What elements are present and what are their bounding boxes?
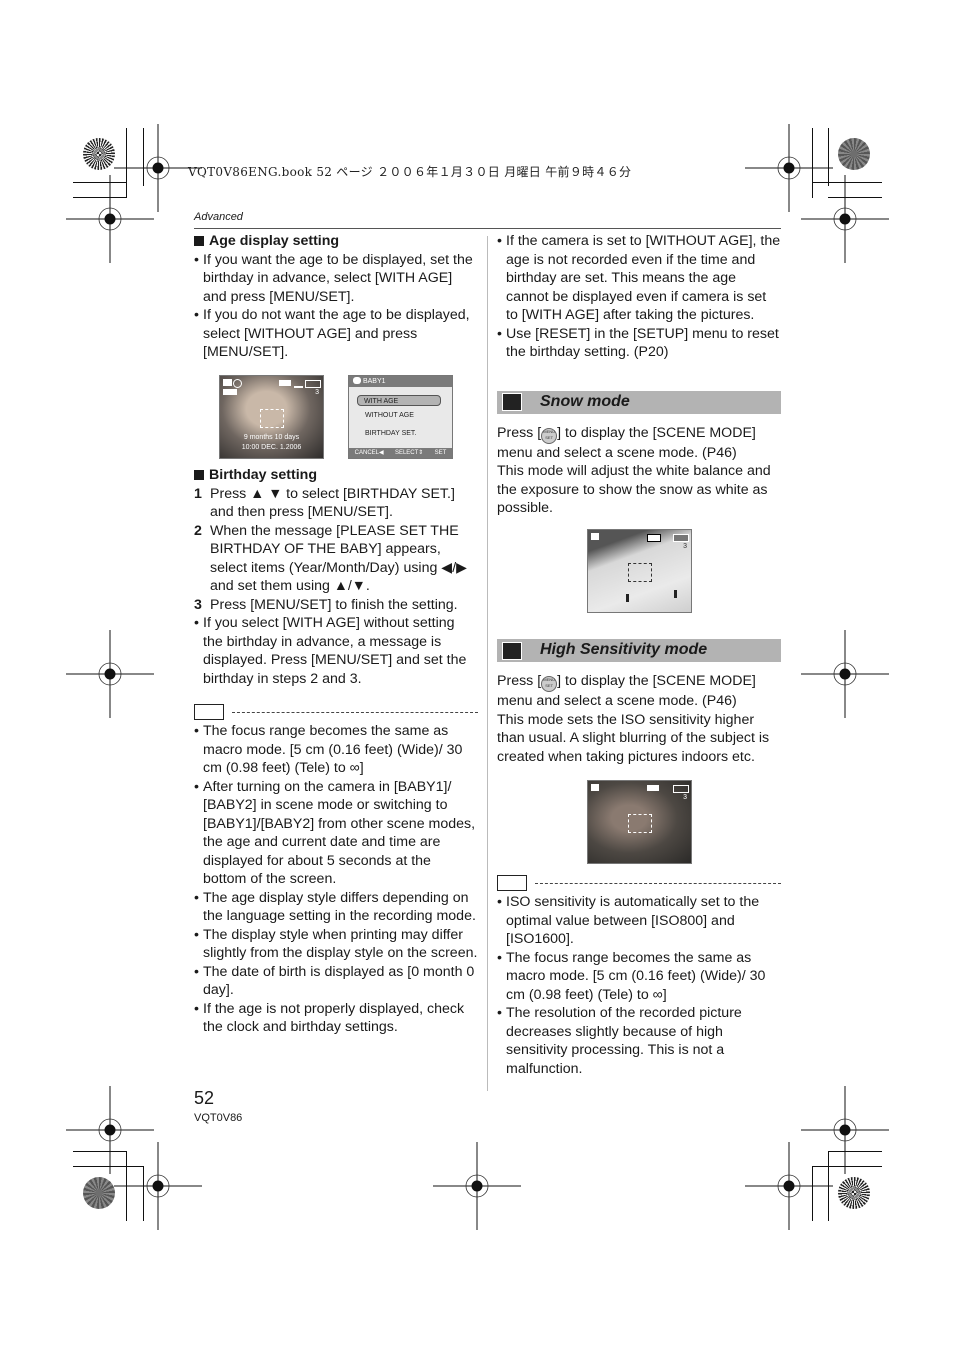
note-item: • After turning on the camera in [BABY1]/…	[194, 778, 476, 888]
note-item: • ISO sensitivity is automatically set to…	[497, 894, 760, 947]
cancel-hint: CANCEL◀	[354, 450, 384, 456]
note-header	[497, 875, 781, 891]
birthday-heading: Birthday setting	[194, 466, 478, 485]
square-bullet-icon	[194, 470, 204, 481]
camera-screen-baby-menu: BABY1 WITH AGE WITHOUT AGE BIRTHDAY SET.…	[348, 375, 453, 459]
snow-mode-instructions: Press [MENU SET] to display the [SCENE MO…	[497, 424, 756, 461]
bullet-item: • Use [RESET] in the [SETUP] menu to rese…	[497, 325, 779, 361]
registration-crosshair-icon	[66, 175, 154, 263]
af-frame	[260, 409, 284, 428]
set-hint: SET	[434, 450, 447, 456]
registration-crosshair-icon	[66, 1086, 154, 1174]
date-overlay-text: 10:00 DEC. 1.2006	[241, 444, 302, 451]
age-overlay-text: 9 months 10 days	[243, 434, 300, 441]
bullet-item: • If you want the age to be displayed, se…	[194, 251, 473, 305]
menu-set-button-icon: MENU SET	[541, 427, 558, 444]
menu-option-birthday-set[interactable]: BIRTHDAY SET.	[365, 430, 416, 437]
snow-mode-icon	[591, 533, 599, 540]
high-sensitivity-mode-icon	[591, 784, 599, 791]
age-display-heading: Age display setting	[194, 232, 478, 251]
page-number: 52	[194, 1088, 215, 1108]
camera-screen-snow: 3	[587, 529, 692, 613]
registration-crosshair-icon	[433, 1142, 521, 1230]
high-sensitivity-notes: • ISO sensitivity is automatically set to…	[497, 875, 781, 1078]
registration-crosshair-icon	[745, 1142, 833, 1230]
battery-icon	[673, 785, 689, 793]
birthday-section: Birthday setting 1 Press ▲ ▼ to select [B…	[194, 466, 478, 1037]
select-hint: SELECT⇕	[394, 450, 424, 456]
baby-mode-indicator-icon	[223, 389, 237, 395]
high-sensitivity-icon	[502, 641, 522, 660]
note-header	[194, 704, 478, 720]
remaining-count: 3	[683, 794, 687, 801]
menu-option-with-age[interactable]: WITH AGE	[357, 395, 441, 406]
menu-set-button-icon: MENU SET	[541, 676, 558, 692]
model-code: VQT0V86	[194, 1112, 243, 1124]
note-item: • The display style when printing may dif…	[194, 926, 478, 962]
header-rule	[194, 228, 781, 229]
step-item: 1 Press ▲ ▼ to select [BIRTHDAY SET.] and…	[194, 485, 455, 521]
step-item: 2 When the message [PLEASE SET THE BIRTHD…	[194, 522, 468, 595]
skier-figure	[674, 590, 677, 598]
dashed-divider	[232, 711, 478, 713]
section-label: Advanced	[194, 211, 243, 223]
print-header: VQT0V86ENG.book 52 ページ ２００６年１月３０日 月曜日 午前…	[188, 165, 632, 179]
scene-mode-icon	[223, 379, 232, 386]
snow-mode-description: This mode will adjust the white balance …	[497, 463, 771, 516]
registration-crosshair-icon	[801, 175, 889, 263]
left-column: Age display setting • If you want the age…	[194, 232, 478, 362]
registration-crosshair-icon	[114, 1142, 202, 1230]
note-item: • The age display style differs depending…	[194, 889, 476, 925]
high-sensitivity-description: This mode sets the ISO sensitivity highe…	[497, 711, 770, 765]
snowman-icon	[502, 393, 522, 411]
note-book-icon	[194, 704, 224, 720]
high-sensitivity-heading: High Sensitivity mode	[497, 639, 781, 662]
af-frame	[628, 814, 652, 833]
square-bullet-icon	[194, 236, 204, 247]
battery-icon	[305, 380, 321, 388]
high-sensitivity-instructions: Press [MENU SET] to display the [SCENE MO…	[497, 673, 756, 709]
baby-icon	[353, 377, 361, 384]
remaining-count: 3	[683, 543, 687, 550]
note-item: • The focus range becomes the same as mac…	[194, 723, 463, 776]
skier-figure	[626, 594, 629, 602]
note-item: • The date of birth is displayed as [0 mo…	[194, 963, 475, 999]
note-item: • The resolution of the recorded picture …	[497, 1005, 742, 1077]
bullet-item: • If you do not want the age to be displa…	[194, 307, 470, 360]
af-frame	[628, 563, 652, 582]
remaining-count: 3	[315, 389, 319, 396]
step-item: 3 Press [MENU/SET] to finish the setting.	[194, 596, 458, 613]
quality-icon	[294, 379, 303, 388]
right-column: • If the camera is set to [WITHOUT AGE], …	[497, 232, 781, 518]
registration-crosshair-icon	[801, 630, 889, 718]
registration-crosshair-icon	[745, 124, 833, 212]
bullet-item: • If the camera is set to [WITHOUT AGE], …	[497, 233, 781, 323]
bullet-item: • If you select [WITH AGE] without settin…	[194, 615, 467, 687]
flash-off-icon	[233, 379, 242, 388]
picture-size-icon	[279, 380, 291, 386]
camera-screen-high-sensitivity: 3	[587, 780, 692, 864]
high-sensitivity-section: High Sensitivity mode Press [MENU SET] to…	[497, 639, 781, 766]
column-divider	[487, 236, 488, 1091]
registration-crosshair-icon	[66, 630, 154, 718]
battery-icon	[673, 534, 689, 542]
menu-option-without-age[interactable]: WITHOUT AGE	[365, 412, 414, 419]
menu-footer: CANCEL◀ SELECT⇕ SET	[349, 448, 452, 458]
menu-title-bar: BABY1	[349, 376, 452, 387]
picture-size-icon	[647, 785, 659, 791]
dashed-divider	[535, 882, 781, 884]
note-item: • The focus range becomes the same as mac…	[497, 949, 766, 1003]
note-item: • If the age is not properly displayed, c…	[194, 1000, 465, 1036]
note-book-icon	[497, 875, 527, 891]
snow-mode-heading: Snow mode	[497, 390, 781, 414]
camera-screen-baby-photo: 3 9 months 10 days 10:00 DEC. 1.2006	[219, 375, 324, 459]
picture-size-icon	[647, 534, 661, 542]
registration-crosshair-icon	[801, 1086, 889, 1174]
